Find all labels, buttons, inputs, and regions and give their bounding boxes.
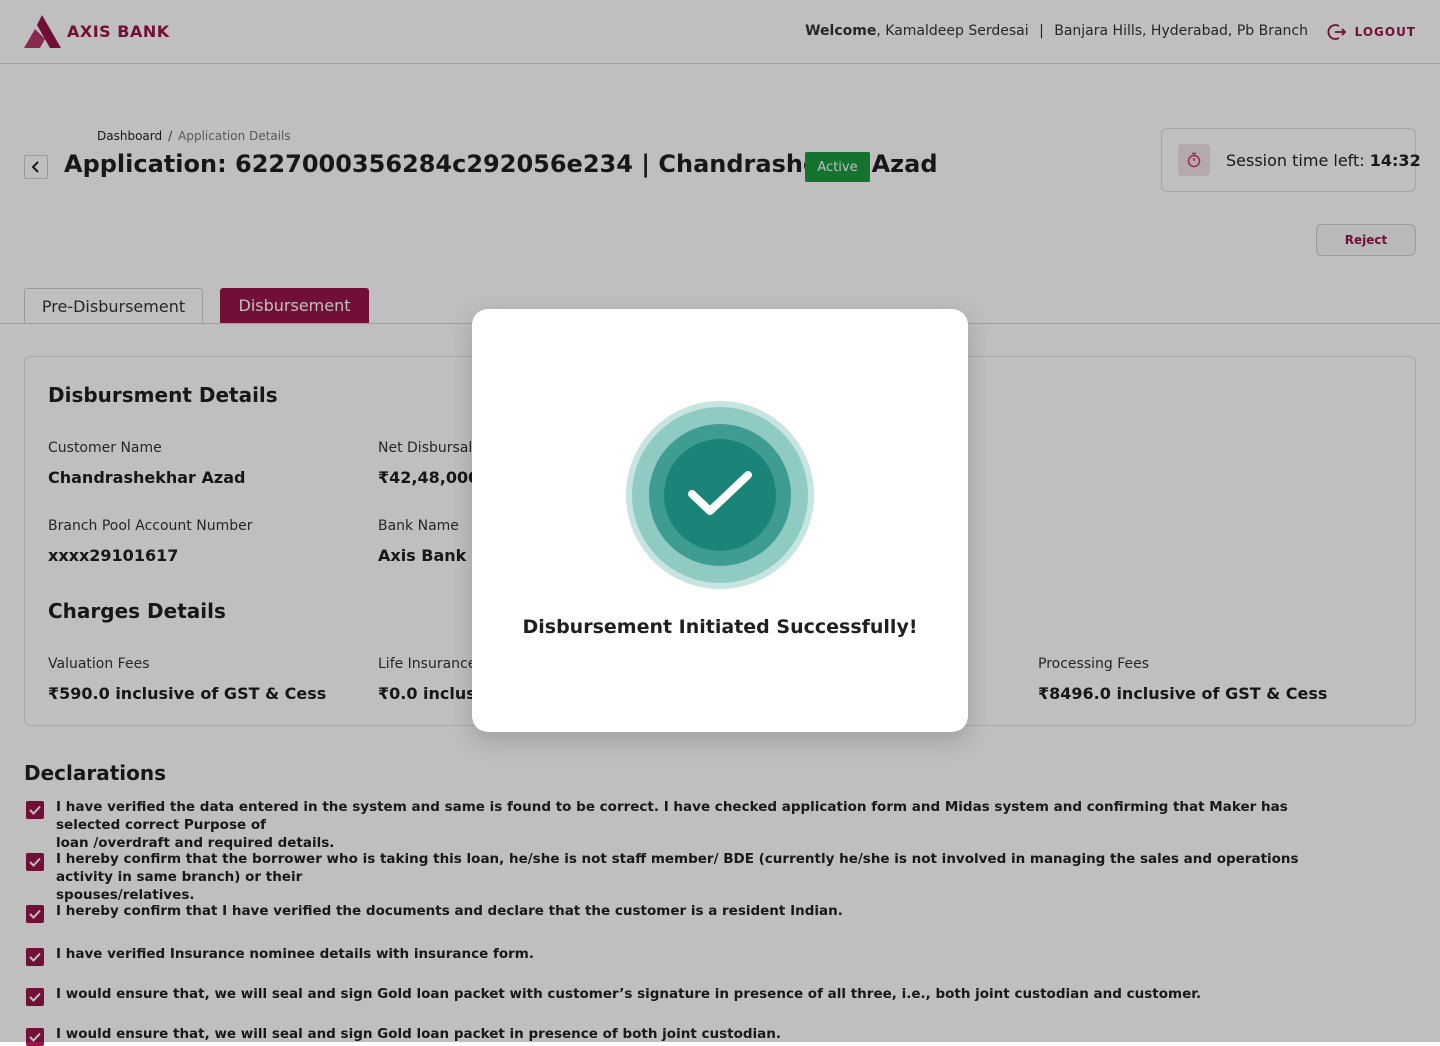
success-message: Disbursement Initiated Successfully!	[522, 616, 918, 638]
success-modal: Disbursement Initiated Successfully!	[472, 309, 968, 732]
success-check-icon	[688, 471, 752, 515]
